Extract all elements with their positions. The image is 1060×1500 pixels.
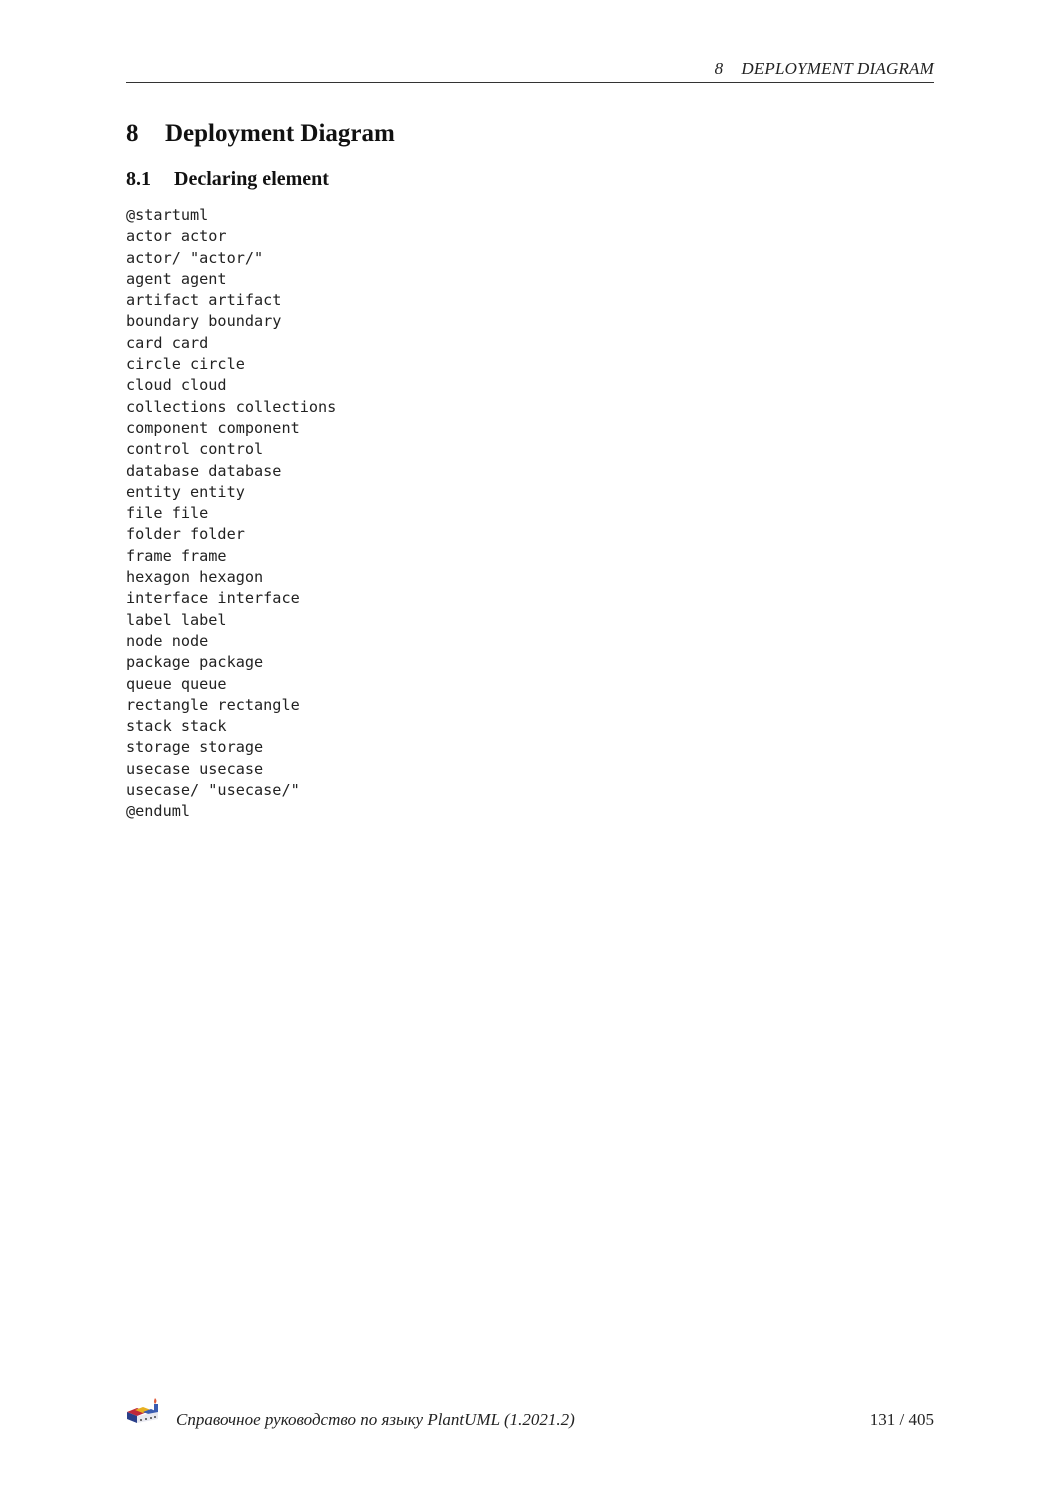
code-line: frame frame [126,546,227,565]
subsection-heading: 8.1 Declaring element [126,168,329,191]
section-title: Deployment Diagram [165,120,395,147]
running-header: 8 DEPLOYMENT DIAGRAM [126,59,934,79]
code-line: artifact artifact [126,291,282,310]
code-line: actor actor [126,227,227,246]
code-line: boundary boundary [126,312,282,331]
footer-title: Справочное руководство по языку PlantUML… [176,1410,575,1429]
code-line: agent agent [126,269,227,288]
subsection-title: Declaring element [174,168,329,190]
code-listing: @startuml actor actor actor/ "actor/" agent… [126,205,336,823]
plantuml-logo-icon [125,1396,163,1428]
code-line: card card [126,333,209,352]
code-line: usecase/ "usecase/" [126,781,300,800]
header-rule [126,82,934,83]
code-line: cloud cloud [126,376,227,395]
code-line: label label [126,610,227,629]
subsection-number: 8.1 [126,168,151,190]
code-line: @enduml [126,802,191,821]
code-line: control control [126,440,264,459]
section-number: 8 [126,120,139,147]
running-header-chapter-number: 8 [714,59,724,78]
code-line: component component [126,418,300,437]
code-line: interface interface [126,589,300,608]
running-header-chapter-title: DEPLOYMENT DIAGRAM [741,59,934,78]
document-page: 8 DEPLOYMENT DIAGRAM 8 Deployment Diagram … [0,0,1060,1500]
code-line: folder folder [126,525,245,544]
code-line: queue queue [126,674,227,693]
code-line: circle circle [126,355,245,374]
code-line: stack stack [126,717,227,736]
code-line: node node [126,631,209,650]
code-line: entity entity [126,482,245,501]
code-line: @startuml [126,206,209,224]
code-line: usecase usecase [126,759,264,778]
code-line: collections collections [126,397,337,416]
code-line: storage storage [126,738,264,757]
code-line: package package [126,653,264,672]
code-line: database database [126,461,282,480]
code-line: hexagon hexagon [126,568,264,587]
code-line: file file [126,504,209,523]
code-line: rectangle rectangle [126,695,300,714]
section-heading: 8 Deployment Diagram [126,120,395,148]
code-line: actor/ "actor/" [126,248,264,267]
page-number: 131 / 405 [869,1410,934,1429]
